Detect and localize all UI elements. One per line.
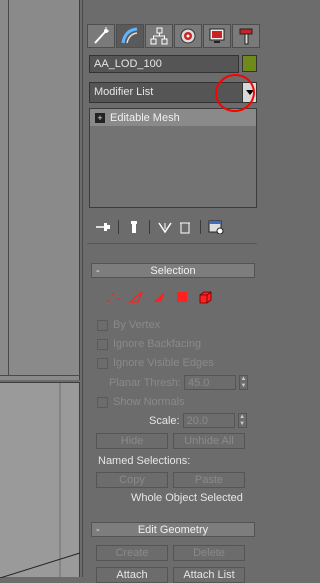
copy-button[interactable]: Copy xyxy=(96,472,168,488)
ignore-visible-edges-checkbox[interactable] xyxy=(97,357,108,369)
ignore-backfacing-option[interactable]: Ignore Backfacing xyxy=(97,338,201,350)
paste-button[interactable]: Paste xyxy=(173,472,245,488)
show-normals-checkbox[interactable] xyxy=(97,396,108,408)
ignore-backfacing-checkbox[interactable] xyxy=(97,338,108,350)
tab-display[interactable] xyxy=(203,24,231,48)
unhide-all-button[interactable]: Unhide All xyxy=(173,433,245,449)
viewport-top[interactable] xyxy=(0,0,80,380)
viewport-grid-line xyxy=(0,375,80,376)
motion-icon xyxy=(180,28,196,44)
pin-stack-button[interactable] xyxy=(93,218,113,236)
stack-item-label: Editable Mesh xyxy=(110,111,180,124)
tab-utilities[interactable] xyxy=(232,24,260,48)
modifier-stack[interactable]: + Editable Mesh xyxy=(89,108,257,208)
panel-divider xyxy=(87,243,257,244)
modify-arc-icon xyxy=(121,27,138,44)
normals-scale-spinner: Scale: 20.0 ▲ ▼ xyxy=(149,413,247,428)
edit-geometry-rollout-title: Edit Geometry xyxy=(137,523,209,536)
normals-scale-label: Scale: xyxy=(149,414,180,427)
tab-hierarchy[interactable] xyxy=(145,24,173,48)
face-icon[interactable] xyxy=(151,290,167,304)
ignore-visible-edges-option[interactable]: Ignore Visible Edges xyxy=(97,357,214,369)
tab-motion[interactable] xyxy=(174,24,202,48)
command-panel-tabs xyxy=(87,24,260,48)
edit-geometry-rollout-header[interactable]: - Edit Geometry xyxy=(91,522,255,537)
planar-thresh-spinner: Planar Thresh: 45.0 ▲ ▼ xyxy=(109,375,248,390)
planar-thresh-field[interactable]: 45.0 xyxy=(183,375,236,390)
show-normals-option[interactable]: Show Normals xyxy=(97,396,185,408)
edit-geometry-rollout: - Edit Geometry xyxy=(91,522,255,537)
planar-thresh-label: Planar Thresh: xyxy=(109,376,181,389)
utilities-hammer-icon xyxy=(239,28,253,45)
make-unique-button[interactable] xyxy=(155,218,175,236)
attach-list-button[interactable]: Attach List xyxy=(173,567,245,583)
object-name-field[interactable]: AA_LOD_100 xyxy=(89,55,239,73)
show-end-result-button[interactable] xyxy=(124,218,144,236)
selection-rollout-title: Selection xyxy=(150,264,196,277)
selection-rollout-header[interactable]: - Selection xyxy=(91,263,255,278)
by-vertex-checkbox[interactable] xyxy=(97,319,108,331)
toolbar-separator xyxy=(200,220,201,234)
create-wand-icon xyxy=(94,27,109,44)
by-vertex-option[interactable]: By Vertex xyxy=(97,319,160,331)
viewport-bottom[interactable] xyxy=(0,382,80,578)
planar-thresh-arrows[interactable]: ▲ ▼ xyxy=(238,375,248,390)
toolbar-separator xyxy=(149,220,150,234)
ignore-backfacing-label: Ignore Backfacing xyxy=(113,338,202,350)
named-selections-label: Named Selections: xyxy=(98,455,191,467)
viewport-grid-line xyxy=(8,0,9,376)
toolbar-separator xyxy=(118,220,119,234)
grid-line xyxy=(0,552,80,578)
configure-modifier-sets-button[interactable] xyxy=(206,218,226,236)
delete-button[interactable]: Delete xyxy=(173,545,245,561)
viewport-grid-svg xyxy=(0,383,80,578)
subobject-level-icons xyxy=(105,290,213,304)
create-button[interactable]: Create xyxy=(96,545,168,561)
polygon-icon[interactable] xyxy=(174,290,190,304)
end-result-icon xyxy=(131,221,137,233)
hide-button[interactable]: Hide xyxy=(96,433,168,449)
selection-status-text: Whole Object Selected xyxy=(131,492,243,504)
display-monitor-icon xyxy=(209,28,225,43)
edge-icon[interactable] xyxy=(128,290,144,304)
tab-create[interactable] xyxy=(87,24,115,48)
tab-modify[interactable] xyxy=(116,24,144,48)
selection-rollout: - Selection xyxy=(91,263,255,278)
configure-sets-icon xyxy=(208,220,224,234)
make-unique-icon xyxy=(158,222,172,234)
ignore-visible-edges-label: Ignore Visible Edges xyxy=(113,357,214,369)
hierarchy-icon xyxy=(150,27,168,45)
remove-modifier-button[interactable] xyxy=(175,218,195,236)
normals-scale-field[interactable]: 20.0 xyxy=(182,413,235,428)
vertex-icon[interactable] xyxy=(105,290,121,304)
by-vertex-label: By Vertex xyxy=(113,319,161,331)
trash-icon xyxy=(180,222,190,234)
show-normals-label: Show Normals xyxy=(113,396,185,408)
stack-toolbar xyxy=(93,218,257,236)
normals-scale-arrows[interactable]: ▲ ▼ xyxy=(237,413,247,428)
object-name-row: AA_LOD_100 xyxy=(89,55,257,73)
object-color-swatch[interactable] xyxy=(242,55,257,72)
expand-plus-icon[interactable]: + xyxy=(95,112,105,123)
element-icon[interactable] xyxy=(197,290,213,304)
attach-button[interactable]: Attach xyxy=(96,567,168,583)
pin-icon xyxy=(96,223,110,231)
